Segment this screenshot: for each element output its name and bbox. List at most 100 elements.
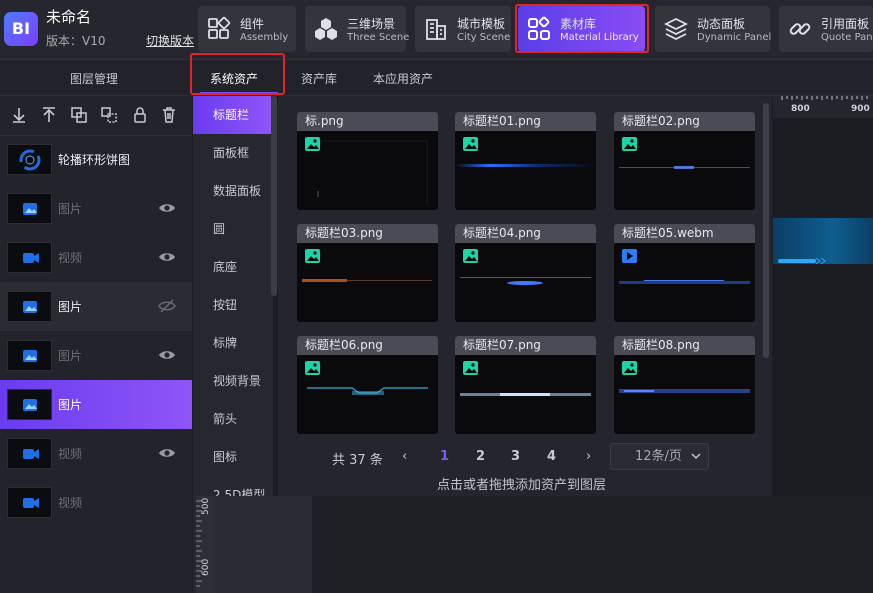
nav-label: 引用面板 — [821, 17, 870, 31]
layers-icon — [663, 17, 689, 41]
category-item[interactable]: 面板框 — [193, 134, 271, 172]
tab-app-assets[interactable]: 本应用资产 — [373, 70, 433, 87]
ruler-label: 800 — [791, 104, 810, 114]
eye-icon[interactable] — [158, 250, 176, 264]
category-item[interactable]: 2.5D模型 — [193, 476, 271, 496]
video-icon — [622, 249, 637, 263]
eye-icon[interactable] — [158, 348, 176, 362]
video-icon — [23, 449, 39, 459]
asset-card[interactable]: 标题栏05.webm — [614, 224, 755, 322]
nav-three-scene-button[interactable]: 三维场景 Three Scene — [305, 6, 409, 52]
image-icon — [463, 137, 478, 151]
pagination-page[interactable]: 2 — [476, 449, 485, 464]
nav-city-scene-button[interactable]: 城市模板 City Scene — [415, 6, 511, 52]
building-icon — [426, 19, 446, 40]
image-icon — [23, 350, 37, 362]
video-icon — [23, 253, 39, 263]
canvas-area[interactable] — [278, 496, 873, 593]
category-scrollbar[interactable] — [271, 96, 277, 296]
move-up-icon[interactable] — [40, 106, 58, 124]
layer-item[interactable]: 图片 — [0, 331, 192, 380]
layer-thumbnail — [7, 487, 52, 518]
image-icon — [305, 137, 320, 151]
group-icon[interactable] — [70, 106, 88, 124]
asset-name: 标题栏03.png — [297, 224, 438, 243]
switch-version-link[interactable]: 切换版本 — [146, 32, 194, 49]
category-item[interactable]: 箭头 — [193, 400, 271, 438]
layer-item[interactable]: 视频 — [0, 233, 192, 282]
pagination-prev-button[interactable]: ‹ — [402, 449, 407, 464]
nav-sublabel: City Scene — [457, 32, 511, 43]
layer-item[interactable]: 视频 — [0, 429, 192, 478]
layer-item[interactable]: 图片 — [0, 184, 192, 233]
image-icon — [622, 137, 637, 151]
asset-name: 标题栏06.png — [297, 336, 438, 355]
ruler-label: 900 — [851, 104, 870, 114]
nav-material-library-button[interactable]: 素材库 Material Library — [518, 6, 645, 52]
eye-icon[interactable] — [158, 201, 176, 215]
eye-icon[interactable] — [158, 446, 176, 460]
asset-card[interactable]: 标题栏07.png — [455, 336, 596, 434]
nav-sublabel: Dynamic Panel — [697, 32, 772, 43]
app-logo: BI — [4, 12, 38, 46]
asset-name: 标题栏07.png — [455, 336, 596, 355]
tab-system-assets[interactable]: 系统资产 — [210, 70, 258, 87]
category-item[interactable]: 视频背景 — [193, 362, 271, 400]
component-icon — [208, 16, 231, 39]
tab-asset-library[interactable]: 资产库 — [301, 70, 337, 87]
delete-icon[interactable] — [160, 106, 178, 124]
layer-name: 图片 — [58, 349, 83, 363]
asset-card[interactable]: 标题栏08.png — [614, 336, 755, 434]
layer-thumbnail — [7, 242, 52, 273]
asset-card[interactable]: 标题栏03.png — [297, 224, 438, 322]
lock-icon[interactable] — [131, 106, 149, 124]
category-item-title-bar[interactable]: 标题栏 — [193, 96, 271, 134]
ungroup-icon[interactable] — [100, 106, 118, 124]
asset-name: 标.png — [297, 112, 438, 131]
canvas-arrow-decoration — [778, 258, 826, 264]
pagination-page[interactable]: 4 — [547, 449, 556, 464]
layer-item[interactable]: 轮播环形饼图 — [0, 135, 192, 184]
asset-card[interactable]: 标.png — [297, 112, 438, 210]
category-item[interactable]: 底座 — [193, 248, 271, 286]
nav-assembly-button[interactable]: 组件 Assembly — [198, 6, 296, 52]
eye-hidden-icon[interactable] — [158, 299, 176, 313]
tab-layer-management[interactable]: 图层管理 — [70, 70, 118, 87]
asset-card[interactable]: 标题栏01.png — [455, 112, 596, 210]
image-icon — [305, 361, 320, 375]
pagination-page-current[interactable]: 1 — [440, 449, 449, 464]
nav-label: 素材库 — [560, 17, 597, 31]
layer-item[interactable]: 图片 — [0, 282, 192, 331]
nav-label: 组件 — [240, 17, 265, 31]
ring-chart-icon — [19, 149, 41, 171]
sub-tab-bar — [0, 60, 873, 96]
layer-item[interactable]: 视频 — [0, 478, 192, 527]
layer-thumbnail — [7, 340, 52, 371]
category-item[interactable]: 图标 — [193, 438, 271, 476]
asset-card[interactable]: 标题栏02.png — [614, 112, 755, 210]
pagination-page[interactable]: 3 — [511, 449, 520, 464]
asset-card[interactable]: 标题栏06.png — [297, 336, 438, 434]
move-down-icon[interactable] — [10, 106, 28, 124]
category-item[interactable]: 按钮 — [193, 286, 271, 324]
asset-grid-scrollbar[interactable] — [763, 103, 769, 358]
layer-item-selected[interactable]: 图片 — [0, 380, 192, 429]
asset-card[interactable]: 标题栏04.png — [455, 224, 596, 322]
nav-sublabel: Quote Panel — [821, 32, 873, 43]
nav-dynamic-panel-button[interactable]: 动态面板 Dynamic Panel — [655, 6, 772, 52]
active-tab-underline — [200, 92, 278, 94]
pagination-next-button[interactable]: › — [586, 449, 591, 464]
link-icon — [789, 23, 811, 35]
nav-quote-panel-button[interactable]: 引用面板 Quote Panel — [779, 6, 873, 52]
nav-sublabel: Material Library — [560, 32, 639, 43]
layer-thumbnail — [7, 291, 52, 322]
app-title[interactable]: 未命名 — [46, 6, 91, 27]
layer-name: 视频 — [58, 251, 83, 265]
ruler-label: 600 — [201, 558, 211, 576]
image-icon — [23, 399, 37, 411]
page-size-select[interactable]: 12条/页 — [610, 443, 709, 470]
category-item[interactable]: 圆 — [193, 210, 271, 248]
category-item[interactable]: 数据面板 — [193, 172, 271, 210]
layer-thumbnail — [7, 193, 52, 224]
category-item[interactable]: 标牌 — [193, 324, 271, 362]
